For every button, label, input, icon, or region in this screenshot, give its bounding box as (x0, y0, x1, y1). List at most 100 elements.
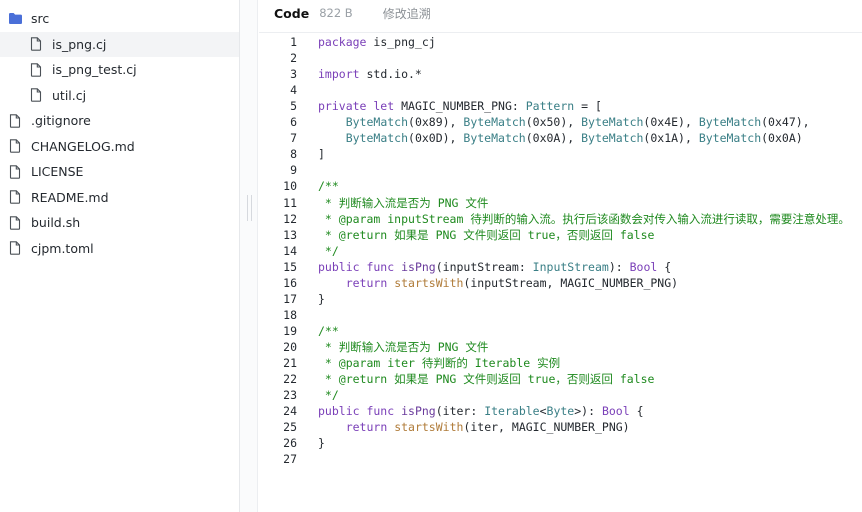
code-token: startsWith (394, 420, 464, 435)
line-number[interactable]: 3 (259, 66, 297, 82)
line-number[interactable]: 20 (259, 339, 297, 355)
code-text: * @return 如果是 PNG 文件则返回 true，否则返回 false (318, 371, 655, 387)
tree-item[interactable]: util.cj (0, 83, 239, 108)
tree-item[interactable]: README.md (0, 185, 239, 210)
code-line: 23 */ (259, 387, 862, 403)
code-token: Pattern (525, 99, 575, 114)
tree-item[interactable]: .gitignore (0, 108, 239, 133)
code-line: 16 return startsWith(inputStream, MAGIC_… (259, 275, 862, 291)
code-text: ] (318, 146, 325, 162)
tree-item-label: CHANGELOG.md (31, 138, 135, 154)
code-token: isPng (401, 259, 436, 274)
code-token: isPng (401, 404, 436, 419)
line-number[interactable]: 23 (259, 387, 297, 403)
code-line: 20 * 判断输入流是否为 PNG 文件 (259, 339, 862, 355)
line-number[interactable]: 27 (259, 451, 297, 467)
code-text: ByteMatch(0x89), ByteMatch(0x50), ByteMa… (318, 114, 810, 130)
code-token: Iterable (484, 404, 540, 419)
line-number[interactable]: 16 (259, 275, 297, 291)
code-token: (0x89), (408, 115, 464, 130)
code-token: } (318, 436, 325, 451)
line-number[interactable]: 19 (259, 323, 297, 339)
code-token: (inputStream: (435, 259, 533, 274)
line-number[interactable]: 7 (259, 130, 297, 146)
code-token: < (539, 404, 547, 419)
line-number[interactable]: 26 (259, 435, 297, 451)
code-token: (0x1A), (643, 131, 699, 146)
line-number[interactable]: 21 (259, 355, 297, 371)
code-text: * @param iter 待判断的 Iterable 实例 (318, 355, 560, 371)
line-number[interactable]: 14 (259, 243, 297, 259)
code-token: ByteMatch (581, 131, 644, 146)
line-number[interactable]: 8 (259, 146, 297, 162)
tree-item[interactable]: is_png_test.cj (0, 57, 239, 82)
history-link[interactable]: 修改追溯 (383, 5, 431, 22)
code-token: * @return 如果是 PNG 文件则返回 true，否则返回 false (318, 372, 655, 387)
code-line: 13 * @return 如果是 PNG 文件则返回 true，否则返回 fal… (259, 227, 862, 243)
line-number[interactable]: 15 (259, 259, 297, 275)
code-token: (0x50), (525, 115, 582, 130)
code-token: ByteMatch (345, 115, 409, 130)
code-token: startsWith (394, 275, 464, 290)
code-viewer: 1 package is_png_cj 2 3 import std.io.* 4 5 pri… (259, 32, 862, 512)
tree-item[interactable]: CHANGELOG.md (0, 134, 239, 159)
file-icon (7, 215, 23, 231)
line-number[interactable]: 11 (259, 195, 297, 211)
tree-item[interactable]: build.sh (0, 210, 239, 235)
tree-item[interactable]: LICENSE (0, 159, 239, 184)
line-number[interactable]: 22 (259, 371, 297, 387)
panel-splitter[interactable] (240, 0, 258, 512)
code-token: private let (318, 99, 395, 114)
tree-item-label: cjpm.toml (31, 240, 94, 256)
code-token: ByteMatch (463, 115, 526, 130)
line-number[interactable]: 9 (259, 162, 297, 178)
file-icon (28, 87, 44, 103)
tree-item[interactable]: src (0, 6, 239, 31)
line-number[interactable]: 6 (259, 114, 297, 130)
code-token: public func (318, 259, 395, 274)
code-text: /** (318, 323, 339, 339)
tree-item-label: is_png.cj (52, 36, 107, 52)
line-number[interactable]: 2 (259, 50, 297, 66)
file-icon (7, 138, 23, 154)
line-number[interactable]: 10 (259, 178, 297, 194)
code-token: } (318, 291, 325, 306)
code-line: 25 return startsWith(iter, MAGIC_NUMBER_… (259, 419, 862, 435)
code-token: ByteMatch (581, 115, 644, 130)
line-number[interactable]: 13 (259, 227, 297, 243)
code-line: 9 (259, 162, 862, 178)
file-icon (7, 240, 23, 256)
line-number[interactable]: 25 (259, 419, 297, 435)
code-token: ByteMatch (463, 131, 526, 146)
line-number[interactable]: 12 (259, 211, 297, 227)
tree-item-label: .gitignore (31, 113, 91, 128)
line-number[interactable]: 17 (259, 291, 297, 307)
code-token: */ (318, 243, 339, 258)
code-line: 26} (259, 435, 862, 451)
code-token: * @param inputStream 待判断的输入流。执行后该函数会对传入输… (318, 211, 850, 226)
code-line: 2 (259, 50, 862, 66)
file-icon (28, 62, 44, 78)
tree-item[interactable]: is_png.cj (0, 31, 239, 57)
splitter-grip[interactable] (247, 195, 252, 221)
code-token: { (657, 259, 672, 274)
line-number[interactable]: 18 (259, 307, 297, 323)
line-number[interactable]: 24 (259, 403, 297, 419)
file-tree: src is_png.cj is_png_test.cj util.cj .gitign… (0, 0, 240, 512)
code-text: return startsWith(inputStream, MAGIC_NUM… (318, 275, 678, 291)
line-number[interactable]: 5 (259, 98, 297, 114)
tree-item-label: LICENSE (31, 164, 84, 179)
tab-code[interactable]: Code (274, 6, 309, 21)
tree-item[interactable]: cjpm.toml (0, 236, 239, 261)
line-number[interactable]: 4 (259, 82, 297, 98)
code-text: return startsWith(iter, MAGIC_NUMBER_PNG… (318, 419, 630, 435)
code-token: (iter: (435, 404, 485, 419)
code-text: * 判断输入流是否为 PNG 文件 (318, 195, 488, 211)
code-token: is_png_cj (366, 35, 436, 49)
code-line: 6 ByteMatch(0x89), ByteMatch(0x50), Byte… (259, 114, 862, 130)
code-line: 3 import std.io.* (259, 66, 862, 82)
code-line: 22 * @return 如果是 PNG 文件则返回 true，否则返回 fal… (259, 371, 862, 387)
line-number[interactable]: 1 (259, 34, 297, 50)
